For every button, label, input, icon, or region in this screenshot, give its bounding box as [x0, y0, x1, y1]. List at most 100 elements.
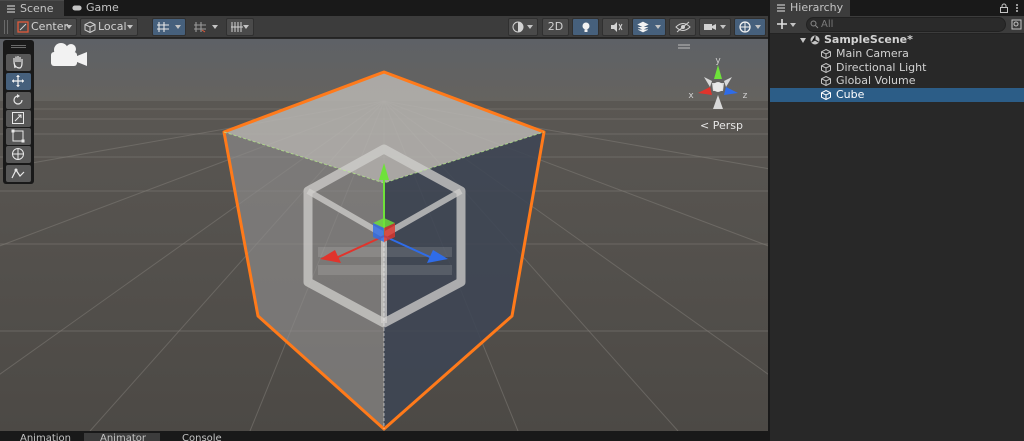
tab-animation[interactable]: Animation	[4, 433, 80, 441]
chevron-down-icon	[127, 25, 133, 29]
transform-icon	[12, 148, 24, 160]
effects-icon	[637, 21, 649, 33]
shading-icon	[512, 21, 524, 33]
hierarchy-item-label: Global Volume	[836, 74, 916, 88]
bottom-tabbar: Animation Animator Console	[0, 431, 768, 441]
hierarchy-item[interactable]: Cube	[770, 88, 1024, 103]
chevron-down-icon	[527, 25, 533, 29]
hierarchy-item[interactable]: Directional Light	[770, 61, 1024, 75]
hand-icon	[13, 56, 23, 69]
grid-snap-toggle[interactable]	[152, 18, 186, 36]
chevron-down-icon	[755, 25, 761, 29]
gizmo-axis-x: x	[688, 91, 694, 101]
effects-dropdown[interactable]	[632, 18, 666, 36]
pivot-rotation-dropdown[interactable]: Local	[80, 18, 138, 36]
tab-scene[interactable]: Scene	[0, 0, 64, 16]
menu-icon	[7, 5, 15, 13]
search-icon	[810, 20, 819, 29]
tab-animation-label: Animation	[20, 433, 71, 441]
unity-scene-icon	[810, 35, 820, 45]
increment-snap-toggle[interactable]	[189, 18, 223, 36]
2d-toggle[interactable]: 2D	[542, 18, 569, 36]
hierarchy-item[interactable]: Main Camera	[770, 47, 1024, 61]
scene-render: y x z	[0, 39, 768, 431]
pivot-mode-dropdown[interactable]: Center	[13, 18, 77, 36]
tab-game[interactable]: Game	[66, 0, 126, 16]
camera-icon	[704, 24, 716, 30]
increment-snap-icon	[194, 22, 206, 33]
pivot-mode-label: Center	[31, 20, 69, 33]
scene-search-icon[interactable]	[1011, 19, 1022, 30]
hierarchy-tabbar: Hierarchy	[770, 0, 1024, 16]
visibility-icon	[675, 21, 691, 33]
gizmos-dropdown[interactable]	[734, 18, 766, 36]
chevron-down-icon	[790, 23, 796, 27]
rotate-tool-button[interactable]	[6, 92, 31, 109]
add-icon	[777, 19, 787, 29]
hierarchy-item-label: Cube	[836, 88, 865, 102]
audio-icon	[611, 22, 623, 32]
tool-palette-grip[interactable]	[11, 45, 26, 48]
pivot-center-icon	[17, 21, 29, 33]
grid-snap-icon	[157, 22, 169, 32]
kebab-menu-icon[interactable]	[1014, 3, 1020, 13]
hand-tool-button[interactable]	[6, 54, 31, 71]
chevron-down-icon	[720, 25, 726, 29]
pivot-rotation-label: Local	[98, 20, 127, 33]
scene-toolbar: Center Local 2D	[0, 16, 768, 38]
move-tool-button[interactable]	[6, 73, 31, 90]
gizmos-icon	[739, 21, 751, 33]
chevron-down-icon	[655, 25, 661, 29]
hierarchy-item-label: Main Camera	[836, 47, 909, 60]
gameobject-icon	[821, 90, 831, 101]
tab-game-label: Game	[86, 1, 119, 14]
2d-label: 2D	[547, 20, 564, 33]
gameobject-icon	[821, 76, 831, 87]
gameobject-icon	[821, 62, 831, 73]
local-cube-icon	[84, 21, 96, 33]
custom-tool-icon	[11, 168, 25, 179]
chevron-down-icon	[212, 25, 218, 29]
toolbar-grip[interactable]	[4, 20, 8, 34]
scale-tool-button[interactable]	[6, 110, 31, 127]
camera-settings-dropdown[interactable]	[699, 18, 731, 36]
transform-tool-button[interactable]	[6, 146, 31, 163]
chevron-down-icon	[66, 25, 72, 29]
tab-hierarchy[interactable]: Hierarchy	[770, 0, 850, 16]
gizmo-axis-z: z	[743, 91, 748, 101]
chevron-down-icon	[175, 25, 181, 29]
custom-tool-button[interactable]	[6, 165, 31, 182]
scene-tabbar: Scene Game	[0, 0, 768, 16]
search-input[interactable]: All	[806, 17, 1006, 32]
draw-mode-dropdown[interactable]	[508, 18, 538, 36]
tab-scene-label: Scene	[20, 2, 54, 15]
hierarchy-toolbar: All	[770, 16, 1024, 34]
scene-panel: Scene Game Center Local 2D y x z < Persp…	[0, 0, 768, 441]
add-button[interactable]	[774, 17, 800, 32]
scene-visibility-toggle[interactable]	[669, 18, 696, 36]
chevron-down-icon	[243, 25, 249, 29]
gameobject-icon	[821, 49, 831, 59]
grid-visibility-dropdown[interactable]	[226, 18, 254, 36]
rotate-icon	[13, 94, 23, 105]
search-placeholder: All	[821, 19, 834, 30]
lock-icon[interactable]	[999, 3, 1009, 13]
hierarchy-panel: Hierarchy All SampleScene* Main Camera Di…	[770, 0, 1024, 441]
hierarchy-scene-row[interactable]: SampleScene*	[770, 33, 1024, 47]
move-icon	[12, 75, 24, 87]
rect-tool-button[interactable]	[6, 128, 31, 145]
tab-animator-label: Animator	[100, 433, 146, 441]
scale-icon	[12, 112, 24, 124]
tool-palette	[3, 40, 34, 184]
tab-animator[interactable]: Animator	[84, 433, 160, 441]
gamepad-icon	[72, 5, 82, 11]
projection-toggle[interactable]: < Persp	[700, 119, 743, 132]
hierarchy-item[interactable]: Global Volume	[770, 74, 1024, 88]
audio-toggle[interactable]	[602, 18, 629, 36]
expand-arrow-icon[interactable]	[800, 38, 806, 43]
lighting-toggle[interactable]	[572, 18, 599, 36]
tab-console[interactable]: Console	[166, 433, 236, 441]
scene-viewport[interactable]: y x z < Persp	[0, 39, 768, 431]
scene-name: SampleScene*	[824, 33, 913, 46]
hierarchy-item-label: Directional Light	[836, 60, 927, 74]
